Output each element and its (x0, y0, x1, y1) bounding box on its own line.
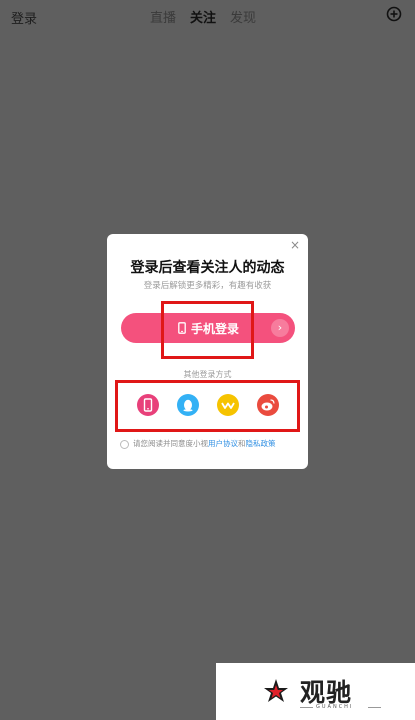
agreement-row: 请您阅读并同意度小视用户协议和隐私政策 (120, 438, 276, 449)
agreement-checkbox[interactable] (120, 439, 129, 449)
watermark-subtext: GUANCHI (316, 704, 354, 710)
plus-circle-icon[interactable] (386, 6, 402, 22)
close-button[interactable]: × (290, 239, 300, 251)
top-bar: 登录 直播 关注 发现 (0, 0, 415, 32)
user-agreement-link[interactable]: 用户协议 (208, 439, 238, 448)
dialog-subtitle: 登录后解锁更多精彩，有趣有收获 (143, 281, 272, 291)
agreement-and: 和 (238, 439, 246, 448)
watermark-line-left (300, 707, 313, 708)
watermark: 观驰 GUANCHI (216, 663, 415, 720)
watermark-line-right (368, 707, 381, 708)
chevron-right-icon: › (271, 319, 289, 337)
login-link[interactable]: 登录 (11, 8, 37, 27)
phone-login-highlight (161, 301, 254, 359)
login-methods-highlight (115, 380, 300, 432)
tab-follow[interactable]: 关注 (190, 7, 216, 26)
star-logo-icon (264, 679, 288, 702)
other-methods-label: 其他登录方式 (183, 370, 232, 379)
tab-discover[interactable]: 发现 (230, 7, 256, 26)
tab-bar: 直播 关注 发现 (150, 7, 256, 26)
tab-live[interactable]: 直播 (150, 7, 176, 26)
privacy-policy-link[interactable]: 隐私政策 (246, 439, 276, 448)
agreement-prefix: 请您阅读并同意度小视 (133, 439, 208, 448)
dialog-title: 登录后查看关注人的动态 (130, 260, 285, 276)
